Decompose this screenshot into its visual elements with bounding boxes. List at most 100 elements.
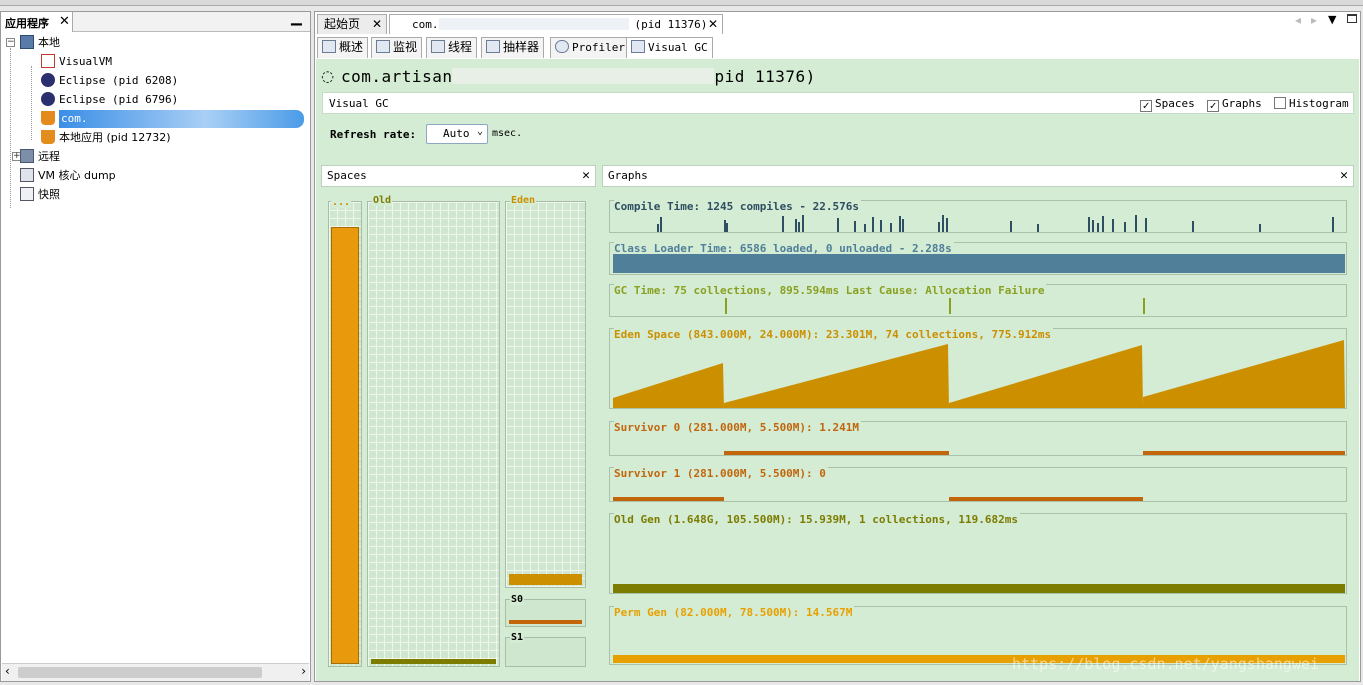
subtab-label: Profiler [572, 41, 625, 54]
visual-gc-toolbar: Visual GC ✓ Spaces ✓ Graphs Histogram [322, 92, 1354, 114]
survivor-0-chart [724, 451, 1345, 455]
compile-spike [899, 216, 901, 232]
subtab-overview[interactable]: 概述 [317, 37, 369, 58]
tree-item-eclipse-6208[interactable]: Eclipse (pid 6208) [41, 72, 178, 90]
subtab-profiler[interactable]: Profiler [550, 37, 630, 58]
monitor-icon [376, 40, 390, 53]
compile-spike [890, 223, 892, 232]
histogram-checkbox[interactable]: Histogram [1274, 97, 1349, 110]
close-icon[interactable]: ✕ [582, 166, 590, 186]
compile-spike [726, 223, 728, 232]
graph-survivor-0: Survivor 0 (281.000M, 5.500M): 1.241M [609, 421, 1347, 456]
graph-survivor-1: Survivor 1 (281.000M, 5.500M): 0 [609, 467, 1347, 502]
subtab-visual-gc[interactable]: Visual GC [626, 37, 713, 58]
tree-item-core-dump[interactable]: VM 核心 dump [20, 167, 116, 185]
java-cup-icon [41, 111, 55, 125]
tab-start-page[interactable]: 起始页 ✕ [317, 14, 387, 34]
compile-spike [798, 222, 800, 232]
tree-item-local[interactable]: 本地 [20, 34, 60, 52]
tree-item-remote[interactable]: 远程 [20, 148, 60, 166]
close-icon[interactable]: ✕ [59, 14, 70, 29]
process-title: com.artisan pid 11376) [341, 67, 816, 86]
compile-spike [657, 224, 659, 232]
tree-label: 快照 [38, 188, 60, 201]
tree-item-eclipse-6796[interactable]: Eclipse (pid 6796) [41, 91, 178, 109]
s0-segment [1143, 451, 1345, 455]
survivor-1-chart [613, 497, 1143, 501]
close-icon[interactable]: ✕ [372, 15, 382, 33]
subtab-sampler[interactable]: 抽样器 [481, 37, 545, 58]
tree-item-visualvm[interactable]: VisualVM [41, 53, 112, 71]
compile-spike [880, 220, 882, 232]
tree-item-com-selected[interactable]: com. [41, 110, 309, 128]
close-icon[interactable]: ✕ [1340, 166, 1348, 186]
subtab-monitor[interactable]: 监视 [371, 37, 423, 58]
core-dump-icon [20, 168, 34, 182]
compile-spike [1259, 224, 1261, 232]
eden-space-fill [509, 574, 582, 585]
checkbox-box[interactable]: ✓ [1207, 100, 1219, 112]
refresh-spinner-icon: ◌ [321, 67, 335, 85]
gc-spike [949, 298, 951, 314]
graphs-checkbox[interactable]: ✓ Graphs [1207, 97, 1262, 112]
tree-item-snapshots[interactable]: 快照 [20, 186, 60, 204]
class-loader-chart [613, 254, 1345, 273]
graph-compile-time: Compile Time: 1245 compiles - 22.576s [609, 200, 1347, 233]
s0-space-fill [509, 620, 582, 624]
java-cup-icon [41, 130, 55, 144]
tab-label: com. [412, 18, 439, 31]
old-gen-area [613, 584, 1345, 593]
subtab-threads[interactable]: 线程 [426, 37, 478, 58]
computer-icon [20, 35, 34, 49]
spaces-panel-title: Spaces [327, 169, 367, 182]
scroll-right-icon[interactable]: › [301, 664, 306, 678]
scrollbar-thumb[interactable] [18, 667, 262, 678]
graph-gc-time: GC Time: 75 collections, 895.594ms Last … [609, 284, 1347, 317]
nav-right-icon[interactable]: ▸ [1311, 13, 1317, 27]
network-icon [20, 149, 34, 163]
old-gen-chart [613, 584, 1345, 593]
compile-spike [837, 218, 839, 232]
refresh-rate-select[interactable]: Auto ⌄ [426, 124, 488, 144]
scroll-left-icon[interactable]: ‹ [5, 664, 10, 678]
eden-space-label: Eden [510, 195, 537, 206]
compile-spike [1010, 221, 1012, 232]
applications-tabbar: 应用程序 ✕ ▁ [1, 10, 310, 32]
checkbox-box[interactable]: ✓ [1140, 100, 1152, 112]
dropdown-icon[interactable]: ▼ [1328, 13, 1336, 26]
tree-guide [10, 48, 11, 208]
tree-item-local-app[interactable]: 本地应用 (pid 12732) [41, 129, 171, 147]
compile-spike [854, 221, 856, 232]
visual-gc-icon [631, 40, 645, 53]
graphs-panel-title: Graphs [608, 169, 648, 182]
nav-left-icon[interactable]: ◂ [1295, 13, 1301, 27]
expand-toggle-local[interactable]: − [6, 38, 15, 47]
profiler-icon [555, 40, 569, 53]
close-icon[interactable]: ✕ [708, 15, 718, 33]
checkbox-box[interactable] [1274, 97, 1286, 109]
s1-segment [949, 497, 1143, 501]
horizontal-scrollbar[interactable]: ‹ › [2, 663, 309, 681]
threads-icon [431, 40, 445, 53]
maximize-icon[interactable] [1347, 14, 1357, 23]
survivor-1-space: S1 [505, 632, 586, 667]
tree-guide [31, 66, 32, 140]
snapshot-icon [20, 187, 34, 201]
tab-application[interactable]: com. (pid 11376) ✕ [389, 14, 723, 34]
tree-label: 本地应用 (pid 12732) [59, 131, 171, 144]
compile-spike [938, 222, 940, 232]
compile-spike [795, 219, 797, 232]
tab-pid: (pid 11376) [634, 18, 708, 31]
eden-area [613, 340, 1345, 408]
s0-label: S0 [510, 594, 525, 605]
gc-time-chart [725, 298, 1145, 314]
spaces-checkbox[interactable]: ✓ Spaces [1140, 97, 1195, 112]
compile-spike [942, 215, 944, 232]
compile-spike [1145, 218, 1147, 232]
old-space-fill [371, 659, 496, 664]
graphs-panel-header: Graphs ✕ [602, 165, 1354, 187]
compile-spike [1112, 219, 1114, 232]
minimize-icon[interactable]: ▁ [291, 10, 302, 26]
tree-label: com. [59, 110, 304, 128]
redacted-region [438, 18, 629, 30]
